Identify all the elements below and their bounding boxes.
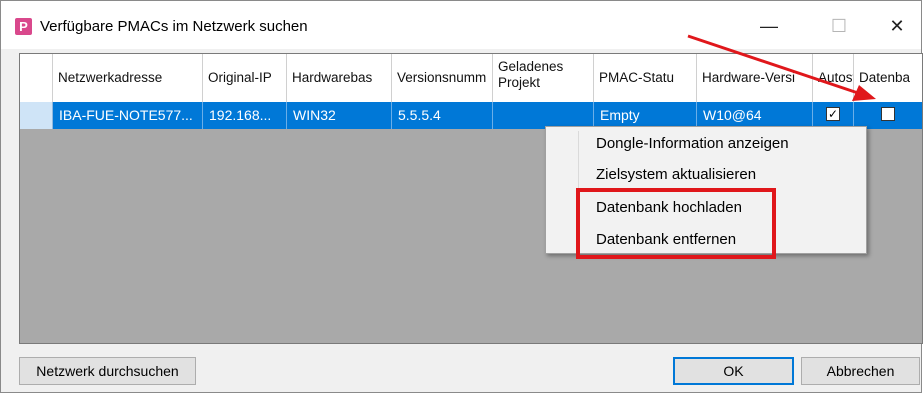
column-header-pmac-status[interactable]: PMAC-Statu — [594, 54, 697, 102]
close-button[interactable]: ✕ — [877, 13, 917, 41]
maximize-button: ☐ — [830, 16, 848, 36]
autostart-checkbox[interactable]: ✓ — [826, 107, 840, 121]
cell-versionsnummer[interactable]: 5.5.5.4 — [392, 102, 493, 129]
table-row[interactable]: IBA-FUE-NOTE577... 192.168... WIN32 5.5.… — [20, 102, 922, 129]
column-header-original-ip[interactable]: Original-IP — [203, 54, 287, 102]
cancel-button[interactable]: Abbrechen — [801, 357, 920, 385]
cell-hardwarebasis[interactable]: WIN32 — [287, 102, 392, 129]
minimize-button[interactable]: — — [749, 13, 789, 41]
app-icon: P — [15, 18, 32, 35]
row-selector[interactable] — [20, 102, 53, 129]
menu-item-update-target[interactable]: Zielsystem aktualisieren — [596, 166, 756, 183]
ok-button[interactable]: OK — [673, 357, 794, 385]
cell-autostart[interactable]: ✓ — [813, 102, 854, 129]
column-header-netzwerkadresse[interactable]: Netzwerkadresse — [53, 54, 203, 102]
table-header: Netzwerkadresse Original-IP Hardwarebas … — [20, 54, 922, 103]
column-header-hardwarebasis[interactable]: Hardwarebas — [287, 54, 392, 102]
header-corner — [20, 54, 53, 102]
annotation-highlight-box — [576, 188, 776, 259]
column-header-geladenes-projekt[interactable]: Geladenes Projekt — [493, 54, 594, 102]
window-title: Verfügbare PMACs im Netzwerk suchen — [40, 18, 308, 35]
cell-pmac-status[interactable]: Empty — [594, 102, 697, 129]
cell-geladenes-projekt[interactable] — [493, 102, 594, 129]
column-header-datenbank[interactable]: Datenba — [854, 54, 922, 102]
cell-hardware-version[interactable]: W10@64 — [697, 102, 813, 129]
column-header-autostart[interactable]: Autost — [813, 54, 854, 102]
cell-netzwerkadresse[interactable]: IBA-FUE-NOTE577... — [53, 102, 203, 129]
datenbank-checkbox[interactable] — [881, 107, 895, 121]
menu-item-dongle-info[interactable]: Dongle-Information anzeigen — [596, 135, 789, 152]
title-bar: P Verfügbare PMACs im Netzwerk suchen — … — [1, 1, 921, 49]
search-network-button[interactable]: Netzwerk durchsuchen — [19, 357, 196, 385]
cell-original-ip[interactable]: 192.168... — [203, 102, 287, 129]
column-header-versionsnummer[interactable]: Versionsnumm — [392, 54, 493, 102]
cell-datenbank[interactable] — [854, 102, 922, 129]
column-header-hardware-version[interactable]: Hardware-Versi — [697, 54, 813, 102]
